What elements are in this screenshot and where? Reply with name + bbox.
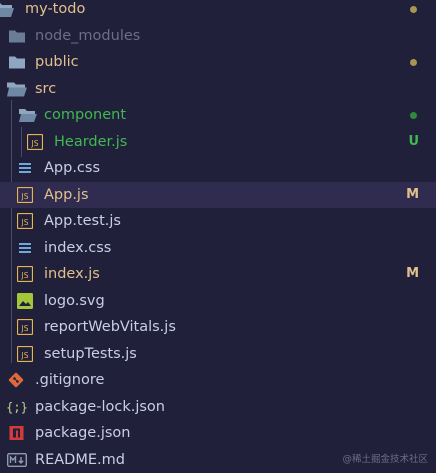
svg-text:{;}: {;} bbox=[7, 400, 27, 414]
tree-item-app-test-js[interactable]: JS App.test.js bbox=[0, 208, 436, 235]
css-file-icon bbox=[18, 241, 32, 255]
file-explorer-tree: my-todo node_modules public src componen… bbox=[0, 0, 436, 470]
tree-item-setuptests-js[interactable]: JS setupTests.js bbox=[0, 341, 436, 368]
modified-dot bbox=[410, 59, 417, 66]
tree-item-package-json[interactable]: package.json bbox=[0, 420, 436, 447]
npm-icon bbox=[9, 426, 24, 441]
tree-item-label: App.js bbox=[44, 182, 89, 209]
watermark: @稀土掘金技术社区 bbox=[342, 451, 428, 465]
tree-item-node-modules[interactable]: node_modules bbox=[0, 23, 436, 50]
untracked-dot bbox=[410, 112, 417, 119]
tree-item-label: node_modules bbox=[35, 23, 140, 50]
svg-text:JS: JS bbox=[31, 139, 39, 148]
tree-item-label: App.css bbox=[44, 155, 100, 182]
tree-item-app-js[interactable]: JS App.js M bbox=[0, 182, 436, 209]
svg-text:JS: JS bbox=[21, 271, 29, 280]
svg-text:JS: JS bbox=[21, 192, 29, 201]
tree-item-label: logo.svg bbox=[44, 288, 105, 315]
tree-item-label: my-todo bbox=[25, 0, 85, 23]
svg-text:JS: JS bbox=[21, 218, 29, 227]
image-file-icon bbox=[17, 293, 33, 309]
tree-item-src[interactable]: src bbox=[0, 76, 436, 103]
modified-dot bbox=[410, 6, 417, 13]
tree-item-label: App.test.js bbox=[44, 208, 121, 235]
tree-item-label: setupTests.js bbox=[44, 341, 137, 368]
tree-item-label: component bbox=[44, 102, 126, 129]
tree-item-label: README.md bbox=[35, 447, 125, 473]
js-file-icon: JS bbox=[27, 134, 43, 150]
tree-item-public[interactable]: public bbox=[0, 49, 436, 76]
tree-item-app-css[interactable]: App.css bbox=[0, 155, 436, 182]
tree-item-label: package-lock.json bbox=[35, 394, 165, 421]
tree-item-package-lock-json[interactable]: {;} package-lock.json bbox=[0, 394, 436, 421]
readme-icon bbox=[7, 453, 27, 467]
git-status-badge: M bbox=[406, 182, 419, 209]
tree-item-gitignore[interactable]: .gitignore bbox=[0, 367, 436, 394]
tree-item-reportwebvitals-js[interactable]: JS reportWebVitals.js bbox=[0, 314, 436, 341]
tree-item-logo-svg[interactable]: logo.svg bbox=[0, 288, 436, 315]
folder-open-icon bbox=[19, 108, 37, 122]
git-status-badge: U bbox=[408, 129, 419, 156]
tree-item-index-css[interactable]: index.css bbox=[0, 235, 436, 262]
folder-icon bbox=[9, 29, 25, 42]
folder-icon bbox=[9, 56, 25, 69]
folder-open-icon bbox=[7, 81, 27, 96]
tree-item-component[interactable]: component bbox=[0, 102, 436, 129]
tree-item-hearder-js[interactable]: JS Hearder.js U bbox=[0, 129, 436, 156]
tree-item-label: .gitignore bbox=[35, 367, 104, 394]
svg-text:JS: JS bbox=[21, 351, 29, 360]
tree-item-label: index.js bbox=[44, 261, 100, 288]
js-file-icon: JS bbox=[17, 319, 33, 335]
git-icon bbox=[8, 372, 24, 388]
tree-item-label: package.json bbox=[35, 420, 130, 447]
svg-text:JS: JS bbox=[21, 324, 29, 333]
js-file-icon: JS bbox=[17, 266, 33, 282]
json-icon: {;} bbox=[7, 399, 27, 415]
js-file-icon: JS bbox=[17, 187, 33, 203]
tree-item-label: src bbox=[35, 76, 56, 103]
css-file-icon bbox=[18, 161, 32, 175]
tree-item-my-todo[interactable]: my-todo bbox=[0, 0, 436, 23]
tree-item-label: index.css bbox=[44, 235, 111, 262]
js-file-icon: JS bbox=[17, 213, 33, 229]
tree-item-label: reportWebVitals.js bbox=[44, 314, 176, 341]
git-status-badge: M bbox=[406, 261, 419, 288]
tree-item-label: Hearder.js bbox=[54, 129, 127, 156]
js-file-icon: JS bbox=[17, 346, 33, 362]
tree-item-label: public bbox=[35, 49, 79, 76]
tree-item-index-js[interactable]: JS index.js M bbox=[0, 261, 436, 288]
folder-open-icon bbox=[0, 1, 14, 17]
